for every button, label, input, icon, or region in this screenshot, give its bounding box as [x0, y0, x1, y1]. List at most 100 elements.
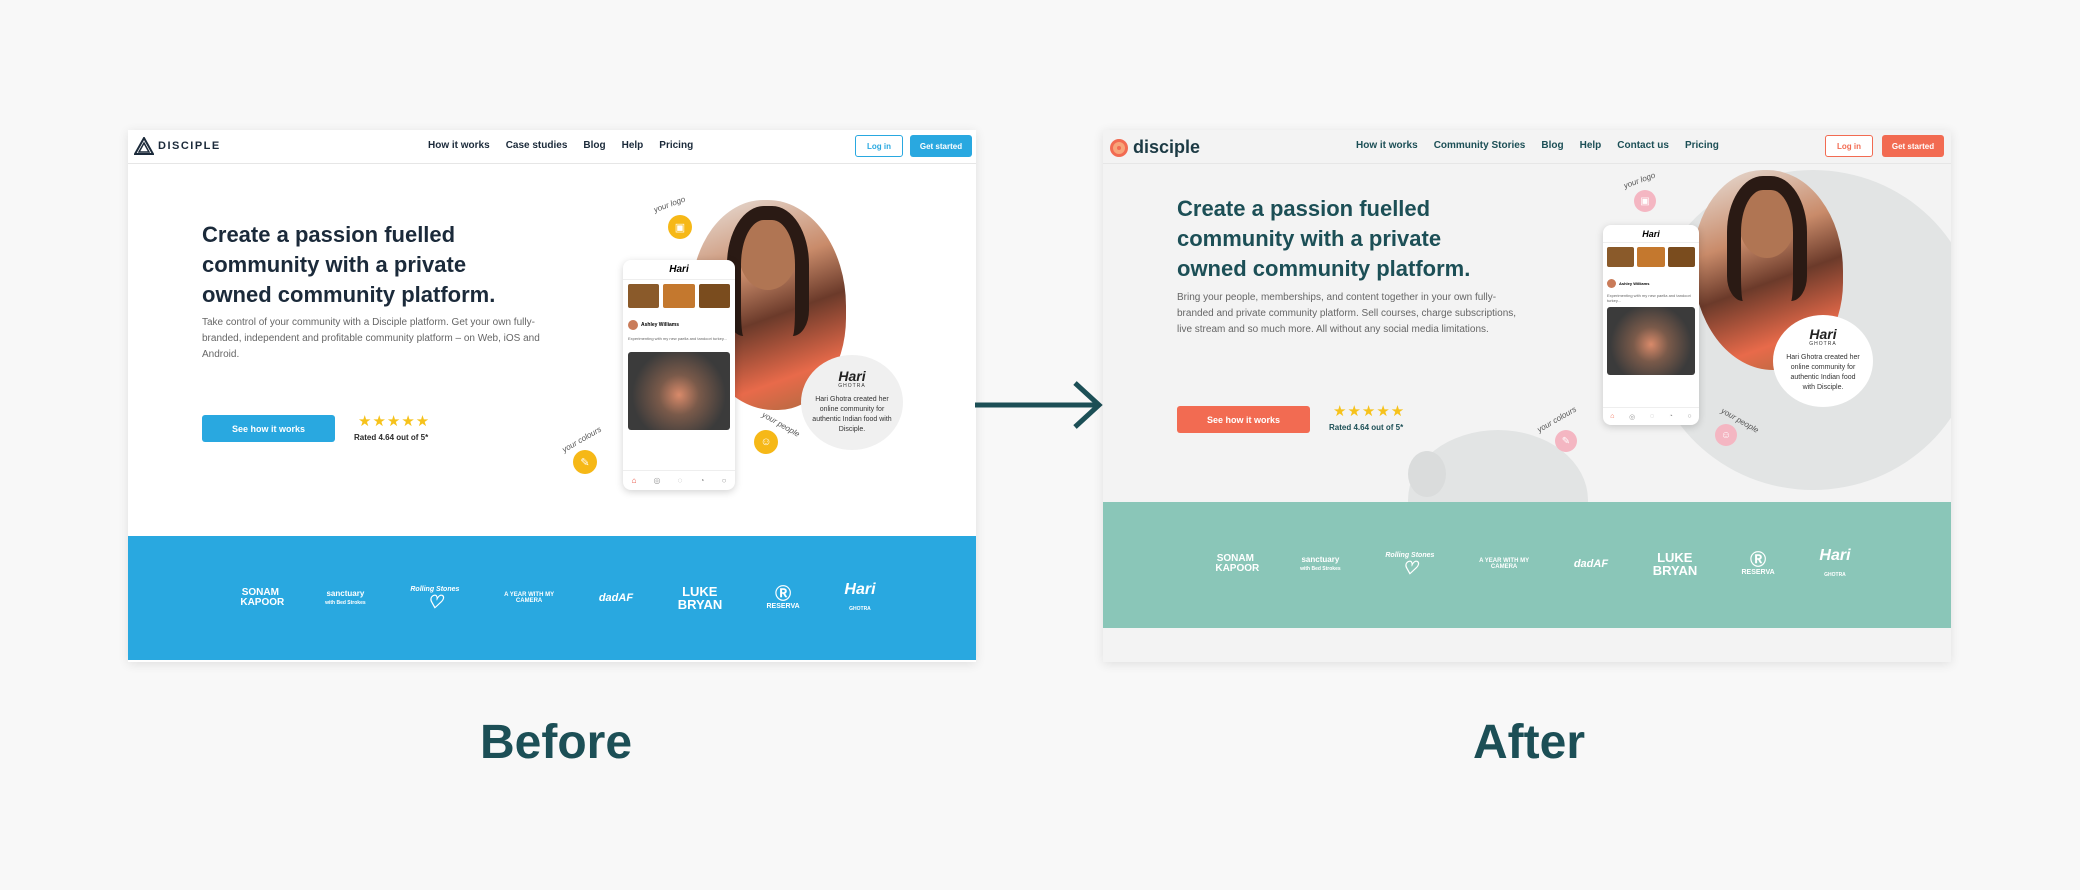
phone-tabbar: ⌂ ◎ ◌ ◔ ○ [1603, 407, 1699, 425]
brand-text: dadAF [1573, 557, 1609, 570]
nav-how-it-works[interactable]: How it works [428, 140, 490, 151]
post-image [628, 352, 730, 430]
annotation-your-colours: your colours [1535, 404, 1578, 435]
rating-stars: ★★★★★ [358, 413, 431, 430]
phone-app-title: Hari [669, 264, 689, 275]
nav-blog[interactable]: Blog [1541, 140, 1563, 151]
brand-sanctuary: sanctuary with Bed Strokes [1300, 556, 1341, 572]
phone-thumbnails [1607, 247, 1695, 267]
nav-blog[interactable]: Blog [583, 140, 605, 151]
login-button[interactable]: Log in [855, 135, 903, 157]
phone-header: Hari [623, 260, 735, 280]
brand-text: RESERVA [766, 602, 800, 610]
get-started-button[interactable]: Get started [910, 135, 972, 157]
profile-icon[interactable]: ○ [1687, 413, 1691, 420]
phone-post-author: Ashley Williams [1619, 281, 1650, 286]
phone-header: Hari [1603, 225, 1699, 243]
testimonial-bubble: Hari GHOTRA Hari Ghotra created her onli… [1773, 315, 1873, 407]
nav-contact-us[interactable]: Contact us [1617, 140, 1669, 151]
hero-title: Create a passion fuelled community with … [202, 222, 496, 307]
bubble-text: Hari Ghotra created her online community… [812, 395, 892, 433]
login-button[interactable]: Log in [1825, 135, 1873, 157]
brand-luke-bryan: LUKE BRYAN [1652, 550, 1698, 578]
hero-subtitle: Take control of your community with a Di… [202, 317, 540, 360]
profile-icon[interactable]: ○ [722, 476, 727, 485]
food-thumb[interactable] [698, 284, 730, 308]
brand-dadaf: dadAF [1573, 557, 1609, 570]
colours-badge-icon: ✎ [573, 450, 597, 474]
see-how-it-works-button[interactable]: See how it works [1177, 406, 1310, 433]
explore-icon[interactable]: ◎ [654, 476, 661, 485]
explore-icon[interactable]: ◎ [1629, 413, 1635, 421]
brand-text: LUKE BRYAN [1652, 550, 1698, 578]
brand-text: A YEAR WITH MY CAMERA [504, 592, 555, 604]
brand-year-with-camera: A YEAR WITH MY CAMERA [1479, 558, 1529, 570]
food-thumb[interactable] [628, 284, 660, 308]
phone-tabbar: ⌂ ◎ ◌ ◔ ○ [623, 470, 735, 490]
phone-post-text: Experimenting with my new paella and tan… [1607, 293, 1691, 303]
food-thumb[interactable] [1667, 247, 1695, 267]
see-how-it-works-button[interactable]: See how it works [202, 415, 335, 442]
brand-text: sanctuary [326, 589, 365, 598]
chat-icon[interactable]: ◌ [678, 476, 683, 485]
bell-icon[interactable]: ◔ [700, 476, 705, 485]
brand-sub: with Bed Strokes [325, 600, 366, 606]
person-hair [1727, 176, 1807, 301]
brand-logos: SONAM KAPOOR sanctuary with Bed Strokes R… [218, 576, 898, 620]
phone-app-title: Hari [1642, 228, 1660, 239]
bell-icon[interactable]: ◔ [1669, 413, 1673, 420]
brand-year-with-camera: A YEAR WITH MY CAMERA [504, 592, 554, 604]
before-navbar: DISCIPLE How it works Case studies Blog … [128, 130, 976, 164]
phone-mockup: Hari Ashley Williams Experimenting with … [1603, 225, 1699, 425]
nav-community-stories[interactable]: Community Stories [1434, 140, 1526, 151]
annotation-your-logo: your logo [652, 194, 687, 215]
right-arrow-icon [975, 381, 1103, 429]
get-started-button[interactable]: Get started [1882, 135, 1944, 157]
after-label: After [1473, 716, 1586, 769]
nav-how-it-works[interactable]: How it works [1356, 140, 1418, 151]
before-nav-links: How it works Case studies Blog Help Pric… [428, 140, 693, 151]
brand-rolling-stones: Rolling Stones ♡ [410, 586, 459, 611]
chat-icon[interactable]: ◌ [1650, 413, 1654, 420]
bubble-text: Hari Ghotra created her online community… [1786, 354, 1860, 391]
logo-text: DISCIPLE [158, 140, 221, 152]
reserva-r-icon: Ⓡ [1750, 551, 1767, 569]
brand-text: SONAM KAPOOR [240, 587, 285, 608]
nav-pricing[interactable]: Pricing [659, 140, 693, 151]
brand-rolling-stones: Rolling Stones ♡ [1385, 552, 1434, 577]
people-badge-icon: ☺ [754, 430, 778, 454]
nav-pricing[interactable]: Pricing [1685, 140, 1719, 151]
after-logo[interactable]: disciple [1109, 137, 1200, 158]
brand-text: LUKE BRYAN [677, 584, 723, 612]
nav-help[interactable]: Help [622, 140, 644, 151]
food-thumb[interactable] [1637, 247, 1665, 267]
brand-sonam-kapoor: SONAM KAPOOR [240, 588, 284, 608]
rating-stars: ★★★★★ [1333, 403, 1406, 420]
brand-sonam-kapoor: SONAM KAPOOR [1215, 554, 1259, 574]
colours-badge-icon: ✎ [1555, 430, 1577, 452]
after-nav-links: How it works Community Stories Blog Help… [1356, 140, 1719, 151]
food-thumb[interactable] [663, 284, 695, 308]
testimonial-bubble: Hari GHOTRA Hari Ghotra created her onli… [801, 355, 903, 450]
brand-band: SONAM KAPOOR sanctuary with Bed Strokes R… [128, 536, 976, 660]
home-icon[interactable]: ⌂ [1610, 413, 1614, 420]
brand-logos: SONAM KAPOOR sanctuary with Bed Strokes R… [1193, 542, 1873, 586]
rating-text: Rated 4.64 out of 5* [1329, 423, 1404, 432]
home-icon[interactable]: ⌂ [632, 476, 637, 485]
disciple-triangle-icon [134, 137, 154, 155]
brand-text: A YEAR WITH MY CAMERA [1479, 558, 1530, 570]
brand-text: Hari [844, 581, 876, 598]
nav-case-studies[interactable]: Case studies [506, 140, 568, 151]
rating-text: Rated 4.64 out of 5* [354, 433, 429, 442]
brand-text: Hari [1819, 547, 1851, 564]
person-hair [727, 206, 809, 336]
nav-help[interactable]: Help [1580, 140, 1602, 151]
before-logo[interactable]: DISCIPLE [134, 137, 221, 155]
phone-post-author: Ashley Williams [641, 322, 680, 328]
reserva-r-icon: Ⓡ [775, 585, 792, 603]
after-navbar: disciple How it works Community Stories … [1103, 130, 1951, 164]
avatar [1607, 279, 1616, 288]
brand-sub: with Bed Strokes [1300, 566, 1341, 572]
brand-text: SONAM KAPOOR [1215, 553, 1260, 574]
food-thumb[interactable] [1607, 247, 1635, 267]
